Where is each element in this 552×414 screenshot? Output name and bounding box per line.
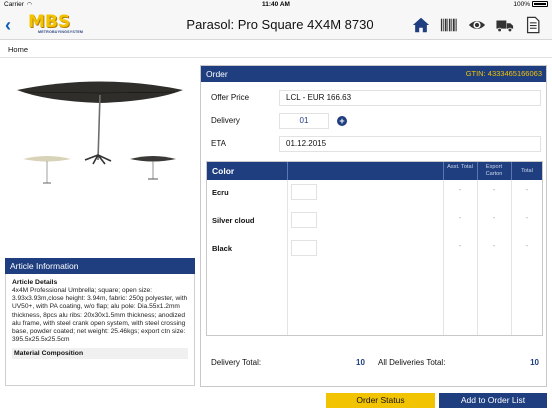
order-panel: Order GTIN: 4333465166063 Offer Price LC…	[200, 65, 547, 387]
asst-total-cell: -	[458, 243, 462, 250]
color-name: Black	[212, 244, 233, 253]
totals-row: Delivery Total: 10 All Deliveries Total:…	[211, 356, 541, 370]
offer-price-row: Offer Price LCL - EUR 166.63	[211, 90, 541, 106]
eta-value[interactable]: 01.12.2015	[279, 136, 541, 152]
mbs-logo: MBS METROBUYINGSYSTEM	[28, 12, 84, 35]
truck-icon[interactable]	[496, 16, 514, 34]
home-icon[interactable]	[412, 16, 430, 34]
material-composition-title: Material Composition	[12, 348, 188, 360]
back-chevron-icon[interactable]: ‹	[5, 16, 21, 34]
delivery-total-label: Delivery Total:	[211, 358, 262, 367]
eta-row: ETA 01.12.2015	[211, 136, 541, 152]
page-title: Parasol: Pro Square 4X4M 8730	[186, 17, 374, 32]
asst-total-header: Asst. Total	[447, 164, 473, 170]
header-divider	[477, 162, 478, 180]
table-row: Silver cloud - - -	[207, 212, 542, 240]
export-carton-cell: -	[492, 187, 496, 194]
nav-icon-group	[412, 15, 542, 35]
total-header: Total	[521, 168, 533, 174]
add-to-order-list-button[interactable]: Add to Order List	[439, 393, 547, 408]
quantity-input[interactable]	[291, 212, 317, 228]
header-divider	[443, 162, 444, 180]
order-status-button[interactable]: Order Status	[326, 393, 435, 408]
header-divider	[287, 162, 288, 180]
total-cell: -	[525, 215, 529, 222]
asst-total-cell: -	[458, 215, 462, 222]
quantity-input[interactable]	[291, 184, 317, 200]
article-details-title: Article Details	[12, 279, 58, 286]
product-main-image[interactable]	[5, 65, 195, 195]
order-title: Order	[206, 69, 228, 79]
delivery-total-value: 10	[356, 358, 365, 367]
all-deliveries-total-value: 10	[530, 358, 539, 367]
header-divider	[511, 162, 512, 180]
export-carton-cell: -	[492, 215, 496, 222]
total-cell: -	[525, 187, 529, 194]
export-carton-header: Export Carton	[485, 164, 503, 177]
barcode-icon[interactable]	[440, 16, 458, 34]
asst-total-cell: -	[458, 187, 462, 194]
clock: 11:40 AM	[262, 1, 290, 8]
article-info-panel[interactable]: Article Details 4x4M Professional Umbrel…	[5, 274, 195, 386]
quantity-input[interactable]	[291, 240, 317, 256]
gtin-label: GTIN: 4333465166063	[465, 69, 542, 78]
delivery-label: Delivery	[211, 116, 240, 125]
nav-bar: ‹ MBS METROBUYINGSYSTEM Parasol: Pro Squ…	[0, 10, 552, 40]
all-deliveries-total-label: All Deliveries Total:	[378, 358, 446, 367]
offer-price-label: Offer Price	[211, 93, 250, 102]
export-carton-cell: -	[492, 243, 496, 250]
total-cell: -	[525, 243, 529, 250]
breadcrumb: Home	[0, 41, 552, 58]
battery-indicator: 100%	[513, 0, 548, 10]
eta-label: ETA	[211, 139, 226, 148]
document-icon[interactable]	[524, 16, 542, 34]
article-details-text: 4x4M Professional Umbrella; square; open…	[12, 287, 188, 344]
battery-icon	[532, 1, 548, 8]
color-name: Ecru	[212, 188, 229, 197]
breadcrumb-home-link[interactable]: Home	[8, 45, 28, 54]
status-bar: Carrier ◠ 11:40 AM 100%	[0, 0, 552, 10]
article-info-header: Article Information	[5, 258, 195, 274]
delivery-selector[interactable]: 01	[279, 113, 329, 129]
color-name: Silver cloud	[212, 216, 255, 225]
color-table-header: Color Asst. Total Export Carton Total	[207, 162, 542, 180]
delivery-row: Delivery 01 +	[211, 113, 541, 129]
eye-icon[interactable]	[468, 16, 486, 34]
table-row: Black - - -	[207, 240, 542, 268]
add-delivery-plus-icon[interactable]: +	[337, 116, 347, 126]
order-header: Order GTIN: 4333465166063	[201, 66, 546, 82]
color-quantity-table: Color Asst. Total Export Carton Total Ec…	[206, 161, 543, 336]
table-row: Ecru - - -	[207, 184, 542, 212]
offer-price-value: LCL - EUR 166.63	[279, 90, 541, 106]
color-column-header: Color	[212, 166, 235, 176]
